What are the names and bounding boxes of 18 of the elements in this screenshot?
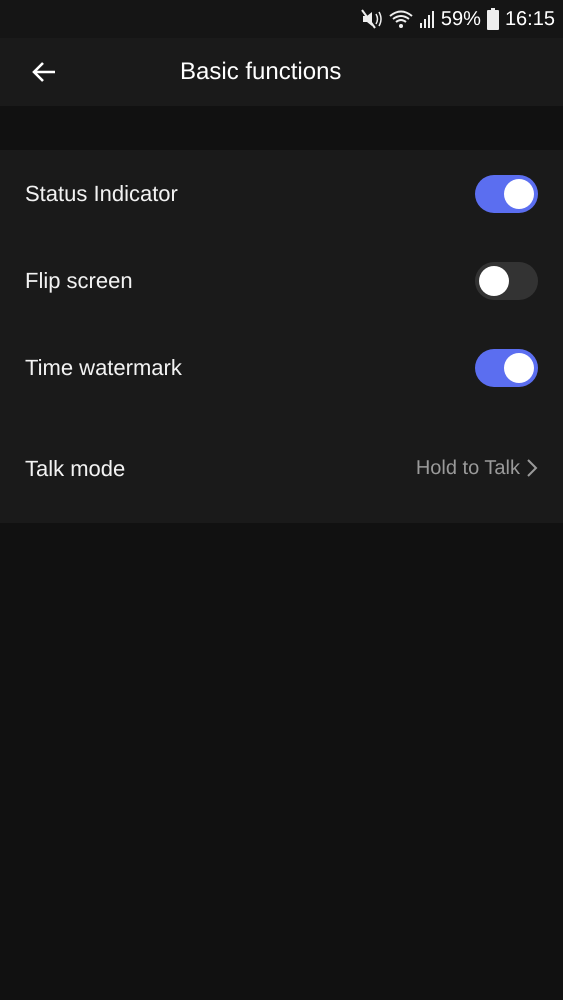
chevron-right-icon <box>526 458 538 478</box>
setting-label: Talk mode <box>25 454 126 482</box>
page-title: Basic functions <box>180 57 342 87</box>
clock: 16:15 <box>504 7 555 32</box>
setting-label: Time watermark <box>25 354 182 382</box>
signal-icon <box>418 9 435 29</box>
wifi-icon <box>388 9 413 29</box>
toggle-switch[interactable] <box>475 348 538 386</box>
back-arrow-icon <box>31 61 57 83</box>
setting-row[interactable]: Talk mode Hold to Talk <box>0 411 563 523</box>
battery-percent: 59% <box>440 7 481 32</box>
battery-icon <box>486 8 499 30</box>
mute-icon <box>360 9 383 29</box>
setting-label: Flip screen <box>25 267 133 295</box>
toggle-switch[interactable] <box>475 262 538 300</box>
setting-value: Hold to Talk <box>416 456 520 481</box>
setting-label: Status Indicator <box>25 180 178 208</box>
toggle-switch[interactable] <box>475 174 538 212</box>
